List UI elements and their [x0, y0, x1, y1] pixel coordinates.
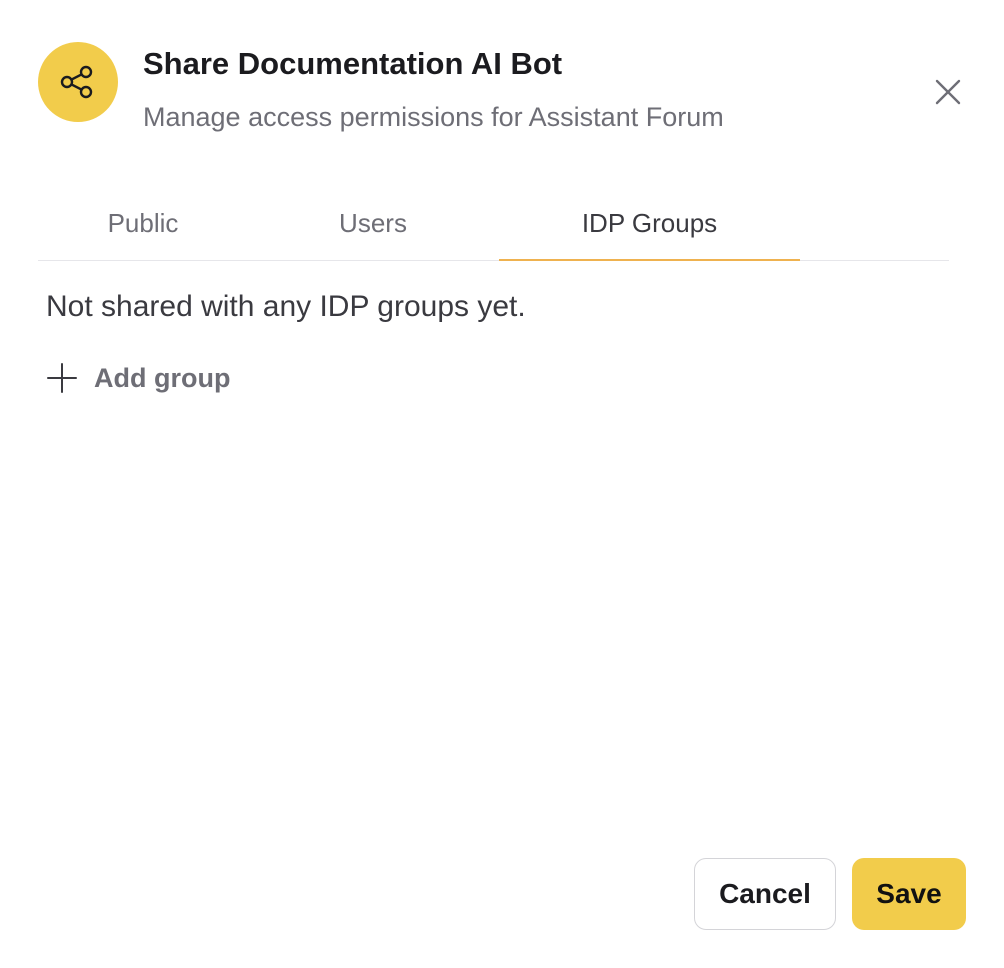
add-group-label: Add group [94, 362, 231, 393]
close-button[interactable] [928, 72, 968, 112]
share-icon [60, 65, 93, 99]
close-icon [935, 79, 961, 105]
dialog-subtitle: Manage access permissions for Assistant … [143, 102, 724, 132]
plus-icon [47, 363, 77, 393]
share-dialog: Share Documentation AI Bot Manage access… [0, 0, 1004, 968]
share-icon-badge [38, 42, 118, 122]
save-button[interactable]: Save [852, 858, 966, 930]
tab-bar: Public Users IDP Groups [38, 186, 949, 261]
add-group-button[interactable]: Add group [46, 358, 230, 398]
tab-idp-groups[interactable]: IDP Groups [499, 186, 800, 261]
empty-state-message: Not shared with any IDP groups yet. [46, 290, 526, 323]
dialog-title: Share Documentation AI Bot [143, 46, 563, 81]
cancel-button[interactable]: Cancel [694, 858, 836, 930]
tab-users[interactable]: Users [268, 186, 478, 260]
tab-public[interactable]: Public [38, 186, 248, 260]
